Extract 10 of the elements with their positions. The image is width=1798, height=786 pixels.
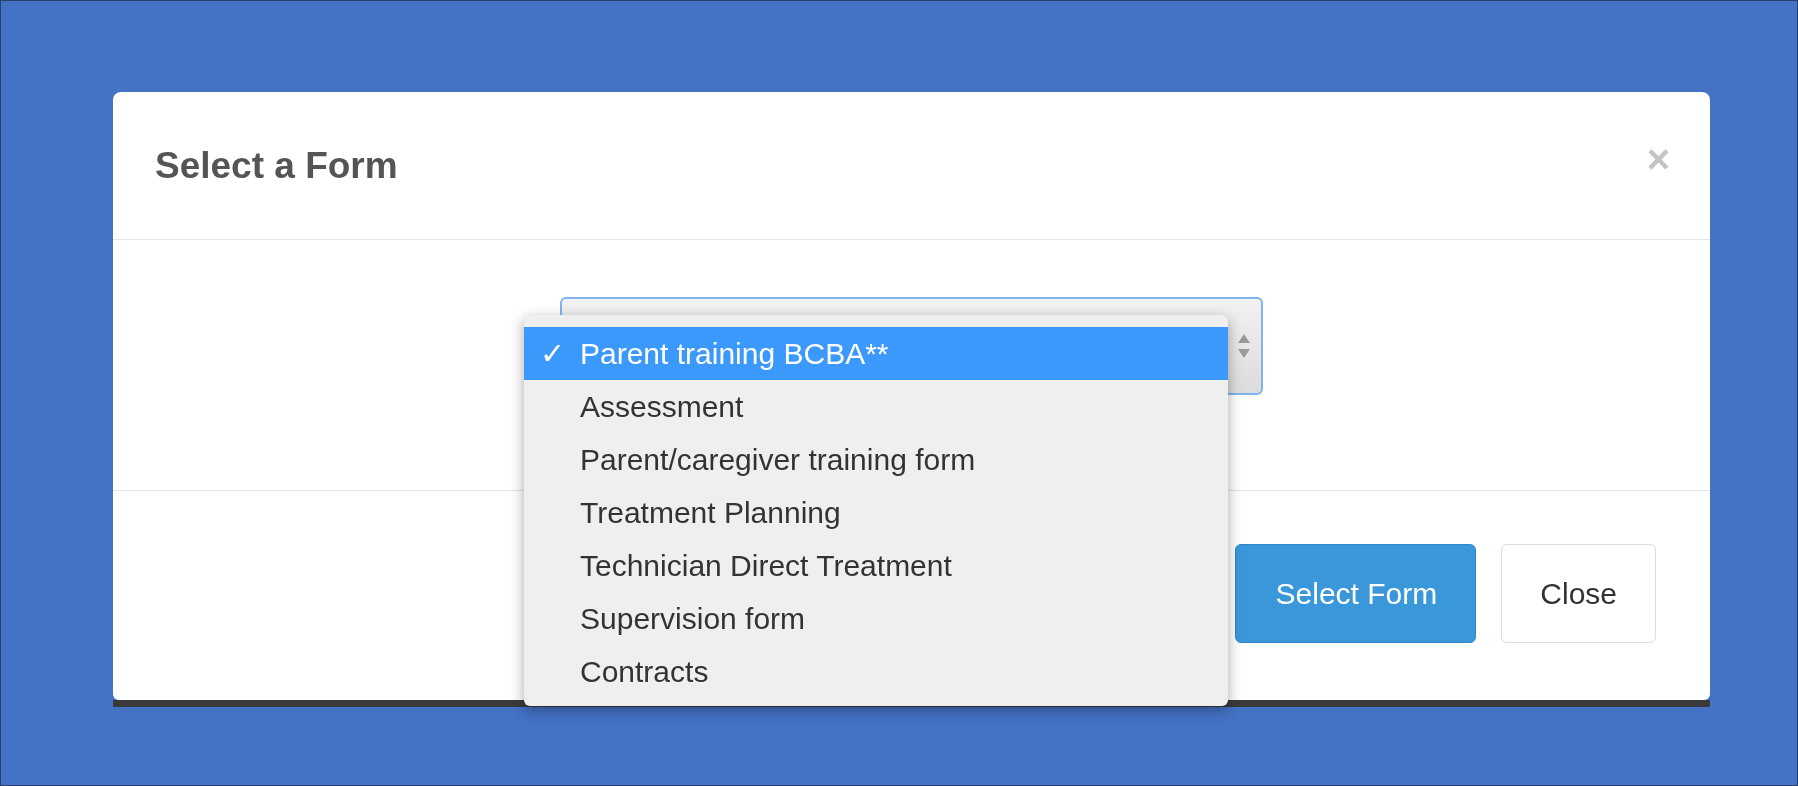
up-down-arrows-icon: [1237, 332, 1251, 360]
dropdown-option[interactable]: Supervision form: [524, 592, 1228, 645]
close-dialog-button[interactable]: Close: [1501, 544, 1656, 643]
dropdown-option[interactable]: Assessment: [524, 380, 1228, 433]
dropdown-option[interactable]: Contracts: [524, 645, 1228, 698]
dropdown-option[interactable]: Parent/caregiver training form: [524, 433, 1228, 486]
check-mark: ✓: [539, 336, 565, 372]
dropdown-option[interactable]: Treatment Planning: [524, 486, 1228, 539]
dropdown-option[interactable]: Technician Direct Treatment: [524, 539, 1228, 592]
dialog-title: Select a Form: [155, 143, 398, 188]
